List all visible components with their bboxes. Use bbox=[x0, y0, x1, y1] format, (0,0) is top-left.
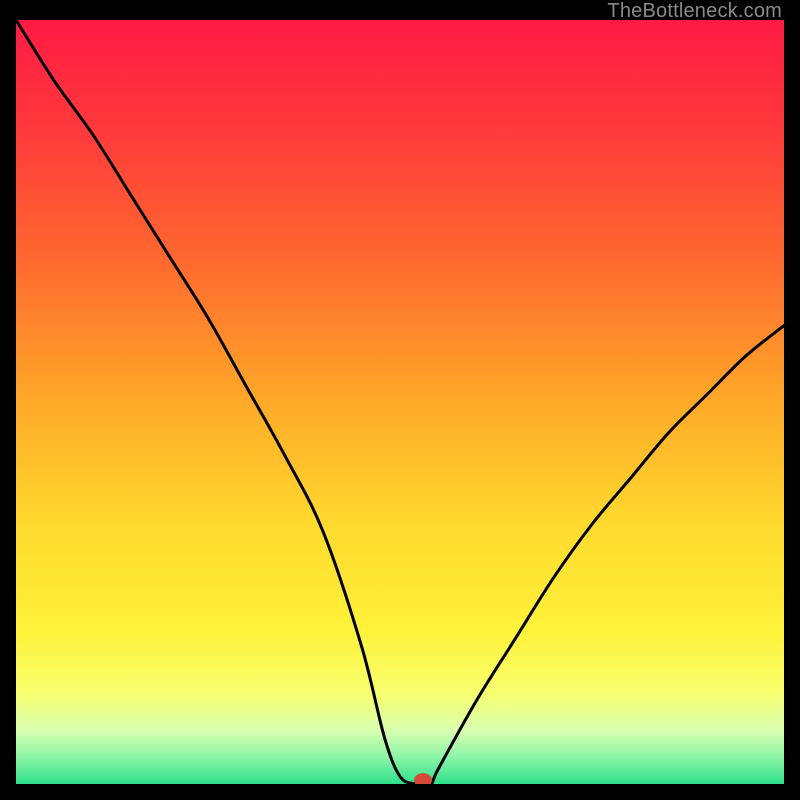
plot-background bbox=[16, 20, 784, 784]
chart-frame bbox=[16, 20, 784, 784]
bottleneck-chart bbox=[16, 20, 784, 784]
